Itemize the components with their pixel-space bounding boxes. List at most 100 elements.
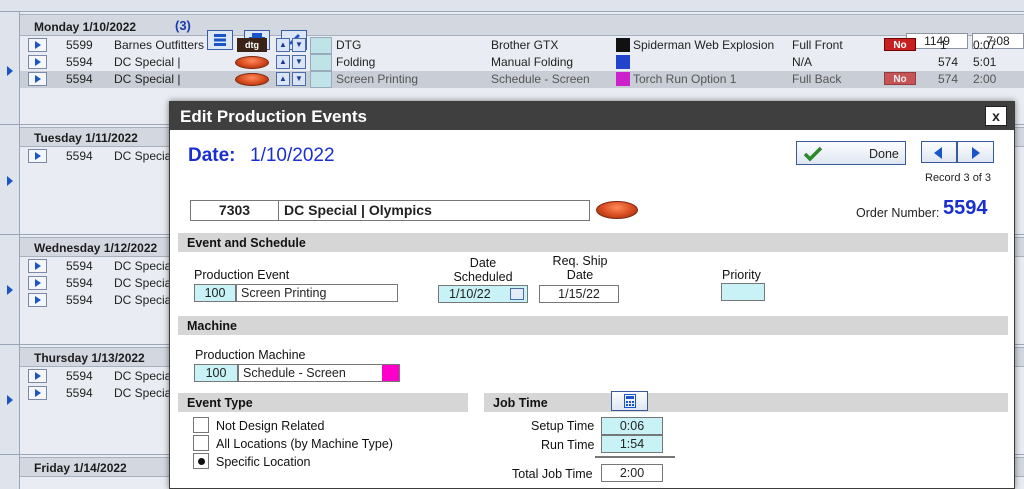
no-badge: No <box>884 72 916 85</box>
section-job-time: Job Time <box>484 393 1008 412</box>
color-swatch <box>616 55 630 69</box>
customer-name: DC Specia <box>114 276 172 290</box>
row-expand-arrow[interactable] <box>28 369 47 383</box>
setup-time-field[interactable]: 0:06 <box>601 417 663 435</box>
day-label: Tuesday 1/11/2022 <box>34 131 138 145</box>
time: 2:00 <box>973 72 997 86</box>
date-scheduled-field[interactable]: 1/10/22 <box>438 285 528 303</box>
production-event-code-field[interactable]: 100 <box>194 284 236 302</box>
selected-row-indicator-icon <box>7 66 13 76</box>
machine-name: Brother GTX <box>491 38 559 52</box>
order-number: 5594 <box>66 369 93 383</box>
done-label: Done <box>869 147 899 161</box>
time: 5:01 <box>973 55 997 69</box>
move-down-button[interactable]: ▼ <box>292 38 306 52</box>
row-expand-arrow[interactable] <box>28 38 47 52</box>
done-button[interactable]: Done <box>796 141 906 165</box>
day-label: Wednesday 1/12/2022 <box>34 241 158 255</box>
production-machine-label: Production Machine <box>195 348 306 362</box>
customer-name: DC Specia <box>114 149 172 163</box>
color-swatch <box>616 72 630 86</box>
run-time-field[interactable]: 1:54 <box>601 435 663 453</box>
order-number: 5594 <box>66 293 93 307</box>
customer-name: DC Special | <box>114 72 181 86</box>
selected-dot-icon <box>198 458 205 465</box>
day-indicator-icon <box>7 395 13 405</box>
section-event-type: Event Type <box>178 393 468 412</box>
move-up-button[interactable]: ▲ <box>276 38 290 52</box>
req-ship-date-label-line1: Req. Ship <box>552 254 608 268</box>
date-value: 1/10/2022 <box>250 145 335 166</box>
date-label: Date: <box>188 145 236 166</box>
specific-location-label: Specific Location <box>216 455 311 469</box>
quantity: 1 <box>940 38 947 52</box>
dialog-title: Edit Production Events <box>180 107 368 126</box>
edit-production-events-dialog: Edit Production Events x Date: 1/10/2022… <box>169 101 1015 489</box>
table-row-selected[interactable]: 5594 DC Special | ▲ ▼ Screen Printing Sc… <box>20 71 1024 88</box>
calendar-icon[interactable] <box>510 288 524 300</box>
priority-label: Priority <box>722 268 761 282</box>
machine-color-swatch <box>382 365 399 381</box>
row-expand-arrow[interactable] <box>28 276 47 290</box>
not-design-related-radio[interactable] <box>193 417 209 433</box>
move-down-button[interactable]: ▼ <box>292 72 306 86</box>
row-expand-arrow[interactable] <box>28 149 47 163</box>
order-number: 5594 <box>66 259 93 273</box>
row-expand-arrow[interactable] <box>28 386 47 400</box>
req-ship-date-label: Req. Ship Date <box>538 254 622 282</box>
order-number: 5594 <box>66 386 93 400</box>
status-cell <box>310 71 332 88</box>
order-number: 5594 <box>66 72 93 86</box>
color-swatch <box>616 38 630 52</box>
table-row[interactable]: 5599 Barnes Outfitters dtg ▲ ▼ DTG Broth… <box>20 37 1024 54</box>
specific-location-radio[interactable] <box>193 453 209 469</box>
time: 0:07 <box>973 38 997 52</box>
production-event-name-field[interactable]: Screen Printing <box>236 284 398 302</box>
production-machine-name-field[interactable]: Schedule - Screen <box>238 364 400 382</box>
move-up-button[interactable]: ▲ <box>276 72 290 86</box>
total-job-time-field: 2:00 <box>601 464 663 482</box>
dialog-title-bar: Edit Production Events <box>170 102 1014 130</box>
no-badge: No <box>884 38 916 51</box>
priority-field[interactable] <box>721 283 765 301</box>
order-number: 5599 <box>66 38 93 52</box>
day-label: Friday 1/14/2022 <box>34 461 127 475</box>
top-strip <box>0 0 1024 12</box>
previous-record-button[interactable] <box>921 141 957 163</box>
design-name: Spiderman Web Explosion <box>633 38 775 52</box>
order-status-oval <box>596 201 638 219</box>
req-ship-date-label-line2: Date <box>566 268 594 282</box>
section-event-schedule: Event and Schedule <box>178 233 1008 252</box>
event-name: Screen Printing <box>336 72 419 86</box>
order-number-value: 5594 <box>943 197 988 219</box>
chevron-left-icon <box>934 147 942 159</box>
row-expand-arrow[interactable] <box>28 293 47 307</box>
calculate-job-time-button[interactable] <box>611 391 648 411</box>
move-up-button[interactable]: ▲ <box>276 55 290 69</box>
order-status-oval <box>235 73 269 86</box>
print-location: N/A <box>792 55 813 69</box>
sum-divider <box>595 456 675 458</box>
calculator-icon <box>624 394 636 408</box>
row-expand-arrow[interactable] <box>28 72 47 86</box>
customer-name: DC Specia <box>114 259 172 273</box>
print-location: Full Back <box>792 72 842 86</box>
production-machine-code-field[interactable]: 100 <box>194 364 238 382</box>
date-scheduled-label-line2: Scheduled <box>453 270 513 284</box>
all-locations-radio[interactable] <box>193 435 209 451</box>
next-record-button[interactable] <box>957 141 994 163</box>
section-machine: Machine <box>178 316 1008 335</box>
status-cell <box>310 54 332 71</box>
checkmark-icon <box>803 146 823 162</box>
table-row[interactable]: 5594 DC Special | ▲ ▼ Folding Manual Fol… <box>20 54 1024 71</box>
event-name: Folding <box>336 55 376 69</box>
close-button[interactable]: x <box>985 106 1007 126</box>
req-ship-date-field[interactable]: 1/15/22 <box>539 285 619 303</box>
date-scheduled-label-line1: Date <box>469 256 497 270</box>
date-scheduled-value: 1/10/22 <box>449 287 491 301</box>
row-expand-arrow[interactable] <box>28 55 47 69</box>
date-scheduled-label: Date Scheduled <box>438 256 528 284</box>
move-down-button[interactable]: ▼ <box>292 55 306 69</box>
row-expand-arrow[interactable] <box>28 259 47 273</box>
order-number-label: Order Number: <box>856 206 940 220</box>
